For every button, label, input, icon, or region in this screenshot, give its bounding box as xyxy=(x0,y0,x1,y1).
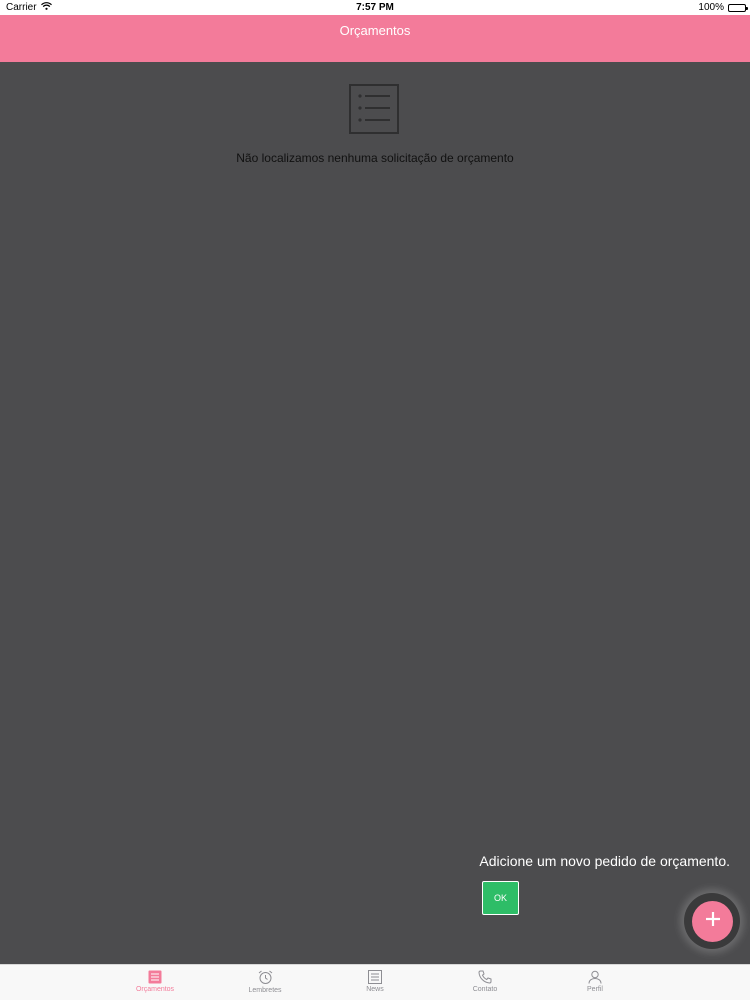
tab-perfil[interactable]: Perfil xyxy=(555,965,635,1000)
add-budget-button[interactable] xyxy=(692,901,733,942)
page-title: Orçamentos xyxy=(339,23,411,38)
tab-label: Orçamentos xyxy=(135,986,175,993)
tab-label: Lembretes xyxy=(248,987,282,994)
coach-mark-text: Adicione um novo pedido de orçamento. xyxy=(479,853,730,869)
phone-icon xyxy=(478,970,492,984)
list-icon xyxy=(349,84,399,134)
tab-label: News xyxy=(366,986,384,993)
tab-label: Contato xyxy=(472,986,498,993)
tab-contato[interactable]: Contato xyxy=(445,965,525,1000)
tab-news[interactable]: News xyxy=(335,965,415,1000)
plus-icon xyxy=(705,911,721,932)
alarm-clock-icon xyxy=(258,970,272,984)
status-right: 100% xyxy=(698,2,748,13)
status-bar: Carrier 7:57 PM 100% xyxy=(0,0,750,15)
empty-state-message: Não localizamos nenhuma solicitação de o… xyxy=(236,151,514,165)
status-time: 7:57 PM xyxy=(356,2,394,13)
user-icon xyxy=(588,970,602,984)
app-screen: Carrier 7:57 PM 100% Orçamentos Não loca… xyxy=(0,0,750,1000)
tab-lembretes[interactable]: Lembretes xyxy=(225,965,305,1000)
tab-orcamentos[interactable]: Orçamentos xyxy=(115,965,195,1000)
newspaper-icon xyxy=(368,970,382,984)
list-icon xyxy=(148,970,162,984)
tab-bar: Orçamentos Lembretes News Contato Perfil xyxy=(0,964,750,1000)
tab-label: Perfil xyxy=(587,986,603,993)
battery-percent: 100% xyxy=(698,2,724,13)
ok-button[interactable]: OK xyxy=(482,881,519,915)
battery-icon xyxy=(728,3,748,12)
